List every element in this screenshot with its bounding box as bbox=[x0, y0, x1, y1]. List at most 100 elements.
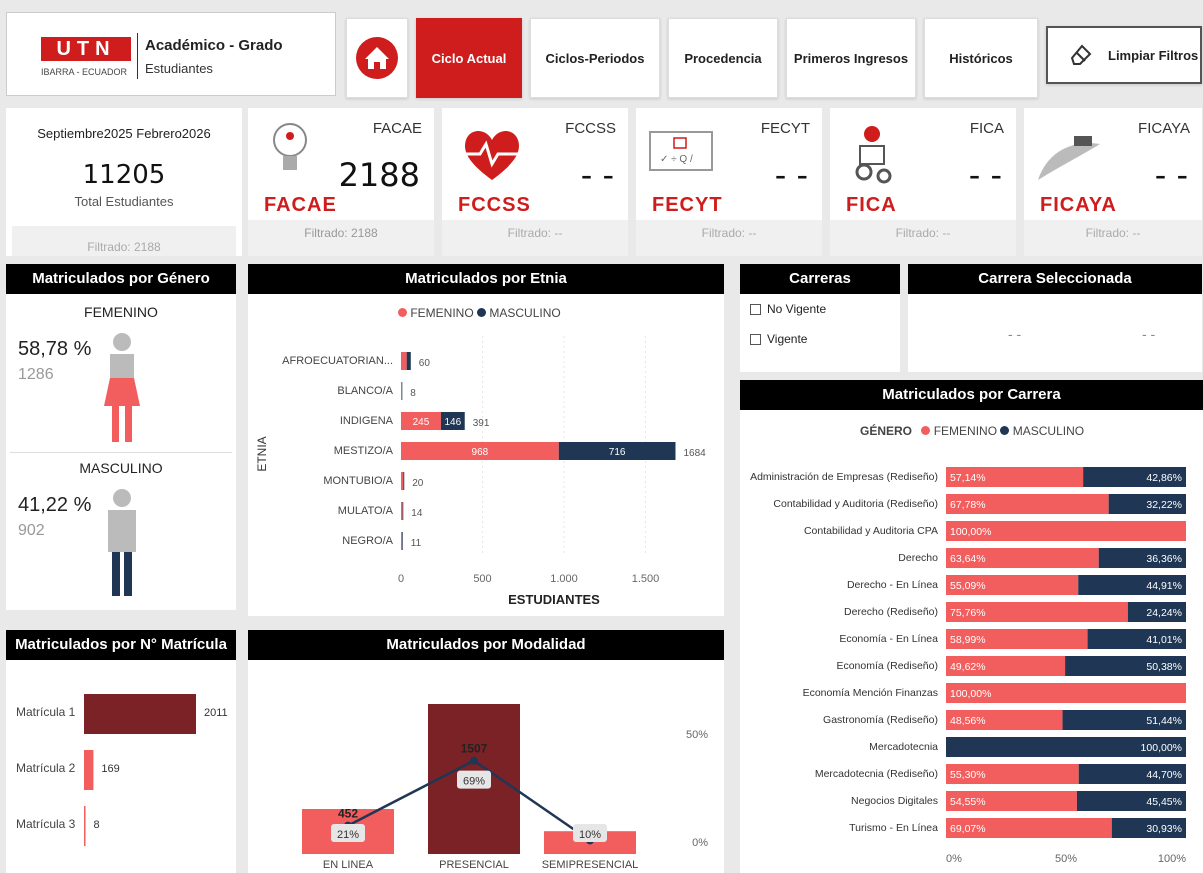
category-label: Derecho (Rediseño) bbox=[844, 606, 938, 618]
app-title: Académico - Grado bbox=[145, 37, 283, 54]
fem-count: 1286 bbox=[18, 366, 54, 383]
faculty-filtered: Filtrado: -- bbox=[442, 220, 628, 256]
gears-icon bbox=[855, 126, 892, 184]
bar-label-masculino: 42,86% bbox=[1146, 472, 1182, 484]
category-label: Administración de Empresas (Rediseño) bbox=[750, 471, 938, 483]
total-label: 20 bbox=[412, 478, 424, 489]
category-label: Derecho bbox=[898, 552, 938, 564]
category-label: Derecho - En Línea bbox=[847, 579, 938, 591]
eraser-icon bbox=[1070, 44, 1092, 65]
home-icon bbox=[356, 37, 398, 79]
tab-procedencia[interactable]: Procedencia bbox=[668, 18, 778, 98]
bar-femenino bbox=[401, 382, 402, 400]
tab-ciclo-actual[interactable]: Ciclo Actual bbox=[416, 18, 522, 98]
carrera-bar-chart: Administración de Empresas (Rediseño) 57,… bbox=[750, 467, 1186, 865]
checkbox-icon[interactable] bbox=[750, 334, 761, 346]
gender-panel: Matriculados por Género FEMENINO 58,78 %… bbox=[6, 264, 236, 610]
legend-dot-masculino bbox=[1000, 426, 1010, 435]
period-label: Septiembre2025 Febrero2026 bbox=[37, 126, 211, 141]
faculty-value: - - bbox=[774, 156, 808, 194]
clear-filters-button[interactable]: Limpiar Filtros bbox=[1046, 26, 1202, 84]
gender-panel-title: Matriculados por Género bbox=[6, 264, 236, 294]
faculty-card-fica[interactable]: FICA - - FICA Filtrado: -- bbox=[830, 108, 1016, 256]
filter-option-label: Vigente bbox=[767, 332, 808, 346]
bar-label-femenino: 63,64% bbox=[950, 553, 986, 565]
tab-ciclos-periodos[interactable]: Ciclos-Periodos bbox=[530, 18, 660, 98]
faculty-card-facae[interactable]: FACAE 2188 FACAE Filtrado: 2188 bbox=[248, 108, 434, 256]
matricula-chart-title: Matriculados por N° Matrícula bbox=[6, 630, 236, 660]
bar-label-masculino: 45,45% bbox=[1146, 796, 1182, 808]
percent-label: 69% bbox=[463, 776, 485, 788]
modalidad-chart-title: Matriculados por Modalidad bbox=[248, 630, 724, 660]
carreras-filter-title: Carreras bbox=[740, 264, 900, 294]
value-label: 1507 bbox=[461, 742, 488, 756]
bar-label-femenino: 69,07% bbox=[950, 823, 986, 835]
summary-filtered: Filtrado: 2188 bbox=[12, 226, 236, 256]
gender-divider bbox=[10, 452, 232, 453]
x-tick-label: 0% bbox=[946, 853, 962, 865]
faculty-card-fccss[interactable]: FCCSS - - FCCSS Filtrado: -- bbox=[442, 108, 628, 256]
female-figure-icon bbox=[104, 333, 140, 442]
category-label: Contabilidad y Auditoria (Rediseño) bbox=[773, 498, 938, 510]
legend-dot-masculino bbox=[477, 308, 487, 317]
category-label: MESTIZO/A bbox=[334, 445, 394, 457]
faculty-card-fecyt[interactable]: ✓ ÷ Q / FECYT - - FECYT Filtrado: -- bbox=[636, 108, 822, 256]
summary-card: Septiembre2025 Febrero2026 11205 Total E… bbox=[6, 108, 242, 256]
carrera-legend: GÉNERO FEMENINO MASCULINO bbox=[860, 424, 1084, 438]
app-subtitle: Estudiantes bbox=[145, 61, 213, 76]
tab-historicos[interactable]: Históricos bbox=[924, 18, 1038, 98]
bar-femenino bbox=[401, 532, 403, 550]
category-label: Matrícula 1 bbox=[16, 705, 76, 719]
category-label: PRESENCIAL bbox=[439, 859, 509, 871]
etnia-chart-panel: Matriculados por Etnia FEMENINO MASCULIN… bbox=[248, 264, 724, 616]
bar-label-femenino: 75,76% bbox=[950, 607, 986, 619]
filter-option-label: No Vigente bbox=[767, 302, 827, 316]
percent-label: 21% bbox=[337, 829, 359, 841]
value-label: 452 bbox=[338, 807, 358, 821]
faculty-value: 2188 bbox=[338, 156, 420, 194]
x-tick-label: 500 bbox=[473, 573, 491, 585]
fem-pct: 58,78 % bbox=[18, 338, 92, 360]
bar-label-masculino: 44,91% bbox=[1146, 580, 1182, 592]
value-label: 8 bbox=[94, 819, 100, 831]
bar-label-femenino: 55,09% bbox=[950, 580, 986, 592]
faculty-card-ficaya[interactable]: FICAYA - - FICAYA Filtrado: -- bbox=[1024, 108, 1202, 256]
fem-label: FEMENINO bbox=[84, 304, 158, 320]
etnia-chart-title: Matriculados por Etnia bbox=[248, 264, 724, 294]
category-label: SEMIPRESENCIAL bbox=[542, 859, 639, 871]
etnia-legend: FEMENINO MASCULINO bbox=[398, 306, 561, 320]
filter-option-vigente[interactable]: Vigente bbox=[750, 332, 807, 346]
x-tick-label: 50% bbox=[1055, 853, 1077, 865]
faculty-name: FACAE bbox=[372, 120, 422, 137]
faculty-name: FCCSS bbox=[565, 120, 616, 137]
legend-masculino: MASCULINO bbox=[1012, 424, 1085, 438]
leaf-icon bbox=[1038, 136, 1100, 180]
percent-label: 10% bbox=[579, 829, 601, 841]
bar-label-femenino: 49,62% bbox=[950, 661, 986, 673]
checkbox-icon[interactable] bbox=[750, 304, 761, 316]
faculty-name: FECYT bbox=[760, 120, 810, 137]
bar-label-masculino: 50,38% bbox=[1146, 661, 1182, 673]
clear-filters-label: Limpiar Filtros bbox=[1108, 47, 1199, 63]
bar-label-masculino: 51,44% bbox=[1146, 715, 1182, 727]
tab-primeros-ingresos[interactable]: Primeros Ingresos bbox=[786, 18, 916, 98]
value-label: 2011 bbox=[204, 707, 228, 719]
home-button[interactable] bbox=[346, 18, 408, 98]
pct-tick-label: 0% bbox=[692, 837, 708, 849]
bar-label-masculino: 100,00% bbox=[1141, 742, 1182, 754]
bar-label-femenino: 100,00% bbox=[950, 526, 991, 538]
x-tick-label: 1.000 bbox=[550, 573, 578, 585]
filter-option-no-vigente[interactable]: No Vigente bbox=[750, 302, 826, 316]
bar-label-masculino: 24,24% bbox=[1146, 607, 1182, 619]
total-label: 14 bbox=[411, 508, 423, 519]
bar-femenino bbox=[401, 472, 404, 490]
total-label: 11 bbox=[411, 538, 422, 549]
carrera-chart-panel: Matriculados por Carrera GÉNERO FEMENINO… bbox=[740, 380, 1203, 873]
category-label: NEGRO/A bbox=[342, 535, 393, 547]
bar-masculino bbox=[402, 502, 404, 520]
etnia-bar-chart: 0 500 1.000 1.500 ESTUDIANTES ETNIA AFROECUATO… bbox=[255, 336, 706, 607]
x-tick-label: 1.500 bbox=[632, 573, 660, 585]
value-label: 169 bbox=[101, 763, 119, 775]
bar bbox=[84, 806, 86, 846]
lightbulb-icon bbox=[273, 123, 307, 170]
